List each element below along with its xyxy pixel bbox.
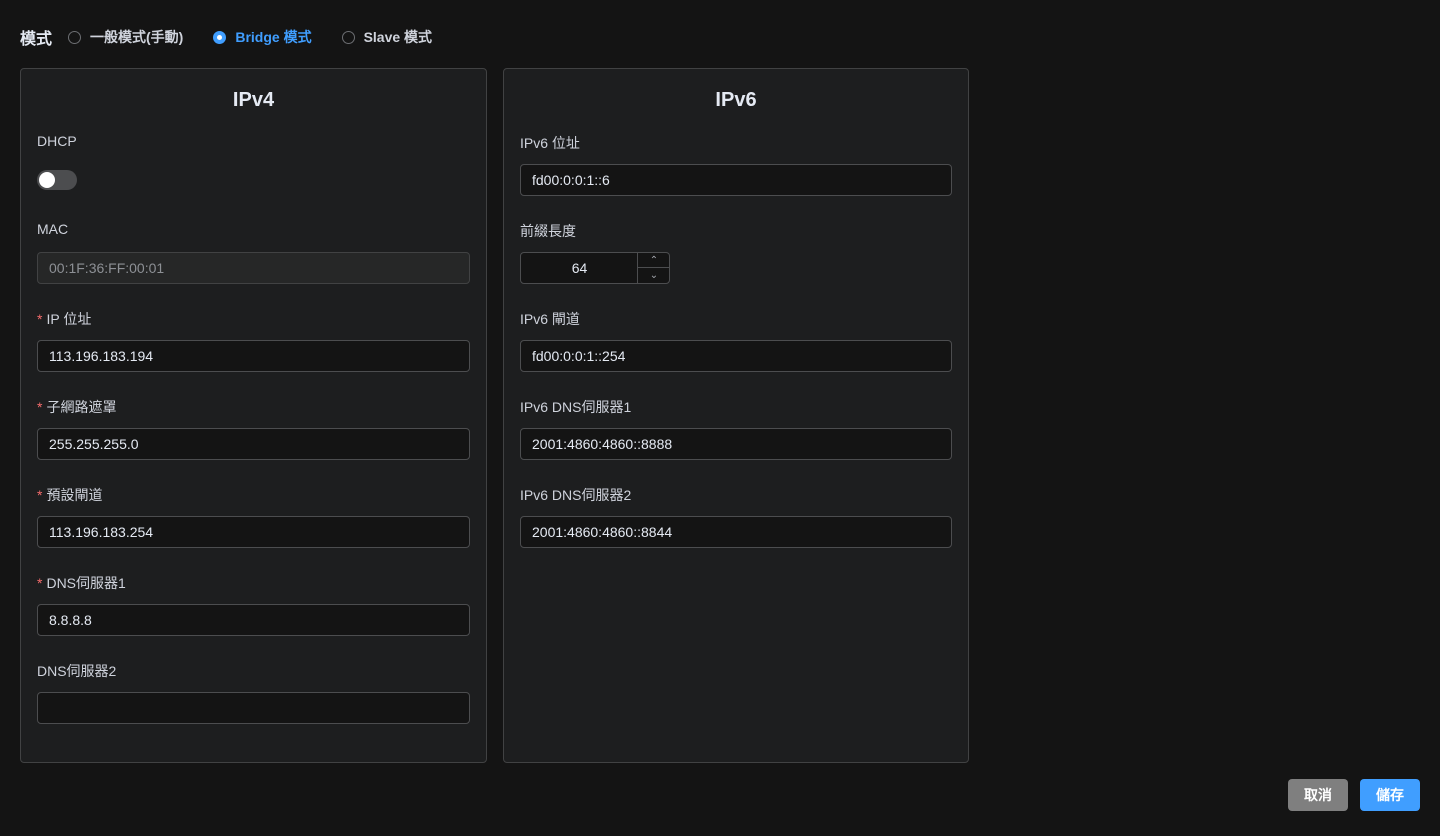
dns1-label-text: DNS伺服器1 [46,575,126,591]
ipv6-title: IPv6 [715,89,757,111]
dhcp-toggle[interactable] [37,170,77,190]
ipv4-card: IPv4 DHCP MAC *IP 位址 *子網路遮罩 *預設閘道 *DNS伺服… [20,68,487,763]
required-mark: * [37,311,43,327]
subnet-mask-label-text: 子網路遮罩 [46,399,117,415]
default-gateway-field[interactable] [37,516,470,548]
prefix-length-value[interactable]: 64 [521,253,638,283]
mode-label: 模式 [20,31,53,48]
default-gateway-label: * 預設閘道 [37,485,102,505]
ipv6-address-label: IPv6 位址 [520,135,580,151]
radio-circle-icon[interactable] [68,30,82,44]
mac-field [37,252,470,284]
radio-label: 一般模式(手動) [90,29,184,45]
save-button[interactable]: 儲存 [1360,779,1420,811]
ip-address-field[interactable] [37,340,470,372]
cancel-button[interactable]: 取消 [1288,779,1348,811]
ipv6-address-field[interactable] [520,164,952,196]
toggle-knob [39,172,55,188]
ipv6-gateway-label: IPv6 閘道 [520,311,580,327]
radio-bridge-mode[interactable]: Bridge 模式 [213,27,312,47]
required-mark: * [37,487,43,503]
radio-slave-mode[interactable]: Slave 模式 [341,27,433,47]
dhcp-label: DHCP [37,133,77,149]
ipv4-title: IPv4 [232,89,275,111]
dns1-field[interactable] [37,604,470,636]
required-mark: * [37,399,43,415]
prefix-length-label: 前綴長度 [520,223,576,239]
radio-circle-icon[interactable] [213,30,227,44]
ip-address-label-text: IP 位址 [46,311,92,327]
ipv6-dns1-field[interactable] [520,428,952,460]
ipv6-dns1-label: IPv6 DNS伺服器1 [520,399,632,415]
dns2-label: DNS伺服器2 [37,663,117,679]
ipv6-dns2-label: IPv6 DNS伺服器2 [520,487,632,503]
dns1-label: * DNS伺服器1 [37,573,126,593]
chevron-up-icon[interactable]: ⌃ [638,253,670,268]
default-gateway-label-text: 預設閘道 [46,487,103,503]
ipv6-card: IPv6 IPv6 位址 前綴長度 64 ⌃ ⌄ IPv6 閘道 IPv6 DN… [503,68,969,763]
prefix-length-stepper[interactable]: 64 ⌃ ⌄ [520,252,670,284]
stepper-arrows: ⌃ ⌄ [637,253,670,283]
subnet-mask-field[interactable] [37,428,470,460]
radio-circle-icon[interactable] [341,30,355,44]
radio-label: Slave 模式 [363,29,433,45]
required-mark: * [37,575,43,591]
ip-address-label: * IP 位址 [37,309,91,329]
subnet-mask-label: * 子網路遮罩 [37,397,116,417]
chevron-down-icon[interactable]: ⌄ [638,268,670,283]
ipv6-gateway-field[interactable] [520,340,952,372]
radio-label: Bridge 模式 [235,29,312,45]
ipv6-dns2-field[interactable] [520,516,952,548]
mode-selector: 模式 一般模式(手動) Bridge 模式 Slave 模式 [20,25,462,49]
mac-label: MAC [37,221,69,237]
dns2-field[interactable] [37,692,470,724]
radio-manual-mode[interactable]: 一般模式(手動) [68,27,183,47]
